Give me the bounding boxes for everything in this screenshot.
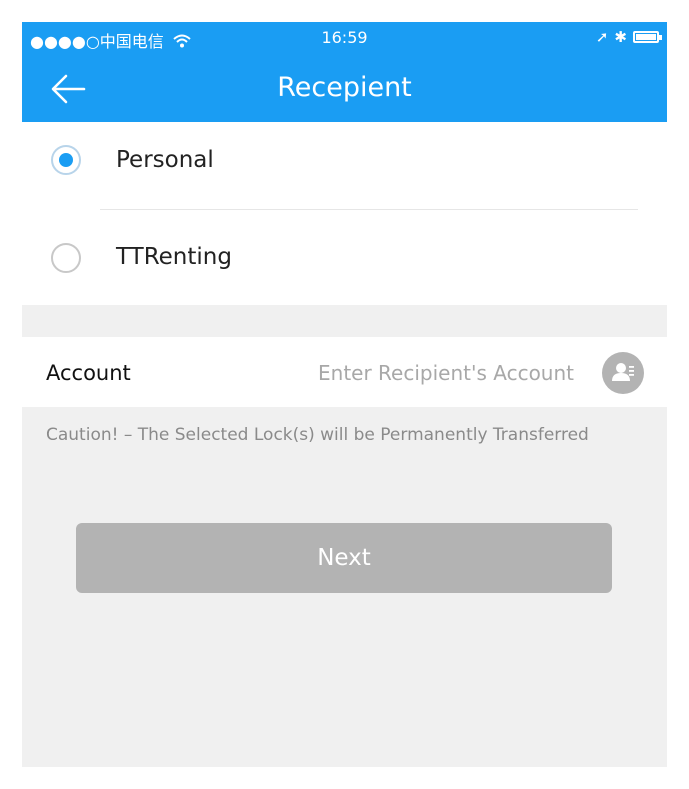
- option-ttrenting[interactable]: TTRenting: [22, 210, 667, 298]
- status-bar: ●●●●○中国电信 16:59 ➚ ✱: [22, 22, 667, 56]
- option-personal[interactable]: Personal: [22, 122, 667, 210]
- option-label-ttrenting: TTRenting: [116, 244, 232, 270]
- option-label-personal: Personal: [116, 147, 214, 173]
- contact-book-icon: [612, 363, 634, 381]
- nav-bar: Recepient: [22, 56, 667, 122]
- status-time: 16:59: [321, 28, 368, 47]
- caution-text: Caution! – The Selected Lock(s) will be …: [46, 425, 589, 445]
- recipient-type-options: Personal TTRenting: [22, 122, 667, 305]
- account-row: Account: [22, 337, 667, 407]
- battery-icon: [633, 31, 662, 43]
- radio-unselected-icon[interactable]: [51, 243, 81, 273]
- status-icons: ➚ ✱: [595, 28, 662, 46]
- radio-selected-icon[interactable]: [51, 145, 81, 175]
- contact-button[interactable]: [602, 352, 644, 394]
- account-label: Account: [46, 361, 131, 385]
- account-input[interactable]: [272, 355, 576, 391]
- page-title: Recepient: [277, 72, 412, 103]
- location-icon: ➚: [595, 28, 609, 46]
- phone-screen: ●●●●○中国电信 16:59 ➚ ✱ Recepient Personal T…: [22, 22, 667, 767]
- bluetooth-icon: ✱: [614, 28, 627, 46]
- next-button[interactable]: Next: [76, 523, 612, 593]
